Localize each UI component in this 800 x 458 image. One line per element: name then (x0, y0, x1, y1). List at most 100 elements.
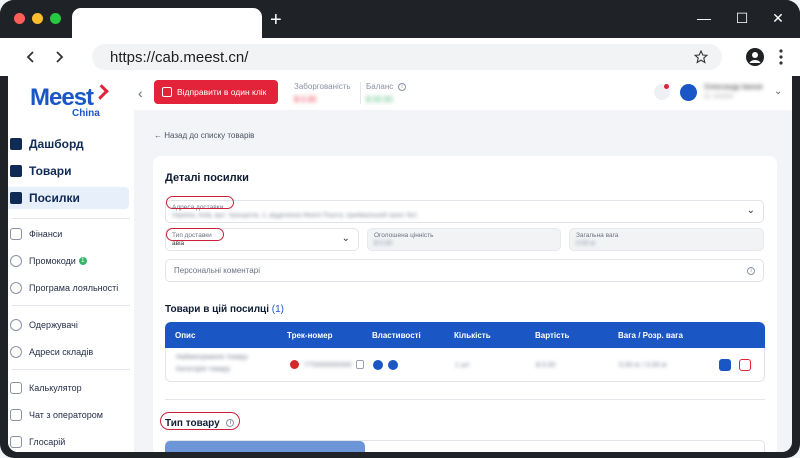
logo-swoosh-icon (93, 84, 109, 100)
close-button[interactable]: ✕ (768, 8, 788, 28)
sidebar-item-label: Глосарій (29, 437, 66, 447)
sidebar-item-promocodes[interactable]: Промокоди 1 (8, 250, 129, 272)
browser-window: + — ☐ ✕ https://cab.meest.cn/ Meest Chin… (0, 0, 800, 458)
balance-info-icon[interactable]: i (398, 83, 406, 91)
recipients-icon (10, 319, 22, 331)
send-one-click-button[interactable]: Відправити в один клік (154, 80, 278, 104)
property-branded-icon (388, 360, 398, 370)
close-window-dot[interactable] (14, 13, 25, 24)
debt-value: $ 0.00 (294, 95, 317, 104)
stat-divider (360, 82, 361, 104)
declared-value-field: Оголошена цінність $ 0.00 (367, 228, 561, 251)
quantity: 1 шт (455, 362, 470, 369)
dashboard-icon (10, 138, 22, 150)
section-divider (165, 399, 765, 400)
sidebar-item-loyalty[interactable]: Програма лояльності (8, 277, 129, 299)
top-bar: ‹ Відправити в один клік Заборгованість … (134, 76, 792, 110)
personal-comment-input[interactable]: Персональні коментарі i (165, 259, 764, 282)
app-viewport: Meest China Дашборд Товари Посилки Фінан… (8, 76, 792, 452)
sidebar-item-label: Промокоди (29, 256, 76, 266)
price: $ 0.00 (536, 362, 556, 369)
maximize-button[interactable]: ☐ (732, 8, 752, 28)
goods-table-header: Опис Трек-номер Властивості Кількість Ва… (165, 322, 765, 348)
delivery-address-value: Україна, Київ, вул. Хрещатик, 1, відділе… (172, 212, 418, 219)
goods-description-sub: Категорія товару (176, 366, 231, 373)
chat-icon (10, 409, 22, 421)
total-weight-label: Загальна вага (576, 232, 619, 239)
sidebar-divider (12, 369, 130, 370)
sidebar-item-label: Посилки (29, 191, 80, 205)
sidebar-item-finance[interactable]: Фінанси (8, 223, 129, 245)
column-header: Властивості (372, 331, 421, 340)
debt-label: Заборгованість (294, 82, 351, 91)
sidebar-item-label: Калькулятор (29, 383, 82, 393)
menu-dots-icon[interactable] (778, 49, 784, 65)
browser-tab-bar: + — ☐ ✕ (0, 0, 800, 38)
trash-icon[interactable] (739, 359, 751, 371)
chevron-down-icon[interactable]: ⌄ (747, 205, 755, 216)
parcel-details-card: Деталі посилки Адреса доставки Україна, … (153, 156, 777, 452)
sidebar-item-label: Товари (29, 164, 72, 178)
sidebar-item-warehouses[interactable]: Адреси складів (8, 341, 129, 363)
goods-section-title: Товари в цій посилці (1) (165, 304, 284, 315)
sidebar-item-parcels[interactable]: Посилки (8, 187, 129, 209)
bookmark-star-icon[interactable] (694, 50, 708, 64)
parcel-icon (10, 192, 22, 204)
promocode-count-badge: 1 (78, 257, 87, 265)
notification-dot (664, 84, 669, 89)
sidebar-item-chat[interactable]: Чат з оператором (8, 404, 129, 426)
user-id: ID: 000000 (704, 94, 734, 100)
maximize-window-dot[interactable] (50, 13, 61, 24)
back-to-goods-link[interactable]: ← Назад до списку товарів (154, 131, 254, 140)
sidebar-item-label: Чат з оператором (29, 410, 103, 420)
back-arrow-icon[interactable] (24, 50, 38, 64)
photo-icon[interactable] (719, 359, 731, 371)
sidebar-item-goods[interactable]: Товари (8, 160, 129, 182)
china-flag-icon (290, 360, 299, 369)
goods-count: (1) (271, 304, 284, 315)
weight: 0.00 кг / 0.00 кг (619, 362, 668, 369)
total-weight-value: 0.00 кг (576, 240, 596, 247)
info-icon[interactable]: i (747, 267, 755, 275)
url-field[interactable]: https://cab.meest.cn/ (92, 44, 722, 70)
url-text: https://cab.meest.cn/ (110, 49, 249, 66)
chevron-down-icon[interactable]: ⌄ (342, 233, 350, 244)
sidebar-item-calculator[interactable]: Калькулятор (8, 377, 129, 399)
sidebar-item-label: Одержувачі (29, 320, 78, 330)
copy-icon[interactable] (356, 360, 364, 369)
track-number[interactable]: YT0000000000 (304, 362, 352, 369)
brand-logo-sub: China (72, 108, 100, 119)
sidebar-item-recipients[interactable]: Одержувачі (8, 314, 129, 336)
goods-section-label: Товари в цій посилці (165, 304, 269, 315)
book-icon (10, 436, 22, 448)
table-row[interactable]: Найменування товару Категорія товару YT0… (165, 348, 765, 382)
chevron-down-icon[interactable]: ⌄ (774, 86, 782, 97)
column-header: Опис (175, 331, 196, 340)
declared-value-value: $ 0.00 (374, 240, 393, 247)
delivery-type-value: авіа (172, 240, 185, 247)
collapse-sidebar-button[interactable]: ‹ (138, 85, 143, 101)
user-name[interactable]: Олександр Іванов (704, 84, 763, 91)
send-one-click-label: Відправити в один клік (177, 87, 267, 97)
minimize-window-dot[interactable] (32, 13, 43, 24)
parcel-details-title: Деталі посилки (165, 172, 249, 184)
loyalty-icon (10, 282, 22, 294)
forward-arrow-icon[interactable] (52, 50, 66, 64)
column-header: Кількість (454, 331, 491, 340)
annotation-highlight (166, 228, 224, 241)
sidebar-item-dashboard[interactable]: Дашборд (8, 133, 129, 155)
new-tab-button[interactable]: + (270, 10, 282, 30)
delivery-address-field[interactable]: Адреса доставки Україна, Київ, вул. Хрещ… (165, 200, 764, 223)
sidebar-item-glossary[interactable]: Глосарій (8, 431, 129, 452)
calculator-icon (10, 382, 22, 394)
address-bar: https://cab.meest.cn/ (0, 38, 800, 76)
minimize-button[interactable]: — (694, 8, 714, 28)
browser-tab[interactable] (72, 8, 262, 38)
annotation-highlight (166, 196, 234, 209)
profile-icon[interactable] (746, 48, 764, 66)
sidebar-item-label: Дашборд (29, 137, 84, 151)
messages-icon[interactable] (680, 84, 697, 101)
declared-value-label: Оголошена цінність (374, 232, 434, 239)
goods-type-tab-active[interactable] (165, 441, 365, 452)
location-icon (10, 346, 22, 358)
